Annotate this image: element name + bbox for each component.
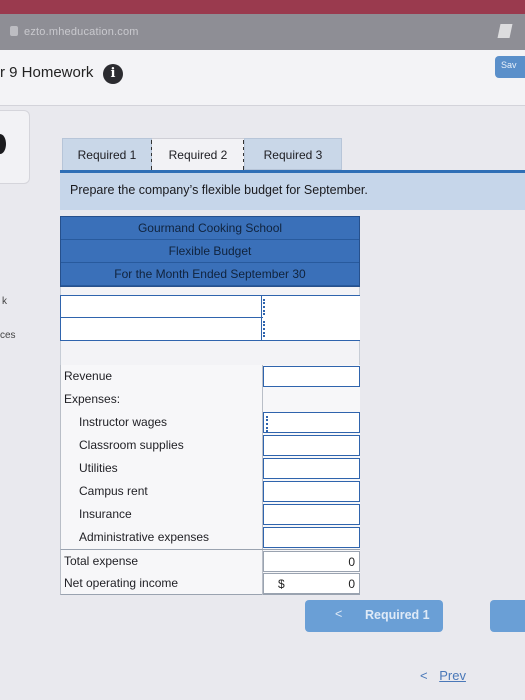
budget-title: Flexible Budget — [61, 240, 359, 263]
expense-input[interactable] — [263, 481, 360, 502]
budget-period: For the Month Ended September 30 — [61, 263, 359, 286]
label-input[interactable] — [61, 318, 262, 340]
expense-input[interactable] — [263, 435, 360, 456]
net-operating-income-value: $ 0 — [263, 573, 360, 594]
expenses-heading-row: Expenses: — [60, 388, 360, 411]
column-divider — [262, 388, 263, 411]
revenue-row: Revenue — [60, 365, 360, 388]
expense-input[interactable] — [263, 412, 360, 433]
expense-label: Instructor wages — [79, 415, 168, 429]
column-header-input[interactable] — [263, 318, 360, 340]
prev-required-button[interactable]: < Required 1 — [305, 600, 443, 632]
budget-header: Gourmand Cooking School Flexible Budget … — [60, 216, 360, 287]
chevron-left-icon: < — [420, 668, 428, 683]
revenue-input[interactable] — [263, 366, 360, 387]
prev-question-link[interactable]: < Prev — [420, 668, 466, 683]
tab-required-1[interactable]: Required 1 — [62, 138, 152, 172]
dropdown-marker — [266, 416, 270, 432]
sidebar-stub-text-resources[interactable]: ces — [0, 330, 16, 341]
spacer — [60, 287, 360, 295]
flexible-budget-table: Gourmand Cooking School Flexible Budget … — [60, 216, 360, 595]
column-header-input[interactable] — [263, 296, 360, 318]
net-operating-income-row: Net operating income $ 0 — [60, 572, 360, 595]
total-expense-value: 0 — [263, 551, 360, 572]
header-input-row — [60, 318, 360, 341]
expense-label: Campus rent — [79, 484, 148, 498]
prev-required-label: Required 1 — [365, 608, 430, 622]
homework-title: r 9 Homework — [0, 64, 94, 81]
total-expense-row: Total expense 0 — [60, 549, 360, 573]
dropdown-marker — [263, 321, 267, 337]
sidebar-stub-text: k — [2, 296, 7, 307]
expense-input[interactable] — [263, 458, 360, 479]
header-input-row — [60, 295, 360, 318]
lock-icon — [10, 26, 18, 36]
prev-link-label: Prev — [439, 668, 466, 683]
info-icon[interactable]: i — [103, 64, 123, 84]
browser-tab-strip — [0, 0, 525, 14]
spacer — [60, 341, 360, 365]
save-button[interactable]: Sav — [495, 56, 525, 78]
expense-row: Instructor wages — [60, 411, 360, 434]
tab-required-3[interactable]: Required 3 — [244, 138, 342, 170]
revenue-label: Revenue — [64, 369, 113, 383]
expense-input[interactable] — [263, 527, 360, 548]
tab-required-2[interactable]: Required 2 — [152, 138, 244, 172]
total-expense-label: Total expense — [64, 554, 139, 568]
net-operating-income-amount: 0 — [348, 577, 355, 591]
expense-row: Classroom supplies — [60, 434, 360, 457]
net-operating-income-label: Net operating income — [64, 576, 179, 590]
expense-input[interactable] — [263, 504, 360, 525]
dropdown-marker — [263, 299, 267, 315]
label-input[interactable] — [61, 296, 262, 318]
address-bar[interactable]: ezto.mheducation.com — [0, 14, 525, 50]
company-name: Gourmand Cooking School — [61, 217, 359, 240]
chevron-left-icon: < — [335, 607, 343, 621]
expense-label: Insurance — [79, 507, 132, 521]
app-header: r 9 Homework i Sav — [0, 50, 525, 106]
expense-row: Administrative expenses — [60, 526, 360, 549]
currency-symbol: $ — [278, 577, 285, 591]
instruction-text: Prepare the company’s flexible budget fo… — [70, 183, 368, 197]
total-expense-amount: 0 — [348, 555, 355, 569]
expense-row: Insurance — [60, 503, 360, 526]
address-url[interactable]: ezto.mheducation.com — [24, 26, 139, 38]
instruction-band: Prepare the company’s flexible budget fo… — [60, 170, 525, 210]
expense-row: Utilities — [60, 457, 360, 480]
expenses-label: Expenses: — [64, 392, 121, 406]
expense-label: Administrative expenses — [79, 530, 210, 544]
expense-row: Campus rent — [60, 480, 360, 503]
expense-label: Classroom supplies — [79, 438, 184, 452]
edit-icon[interactable] — [497, 24, 513, 38]
next-required-button[interactable] — [490, 600, 525, 632]
expense-label: Utilities — [79, 461, 118, 475]
